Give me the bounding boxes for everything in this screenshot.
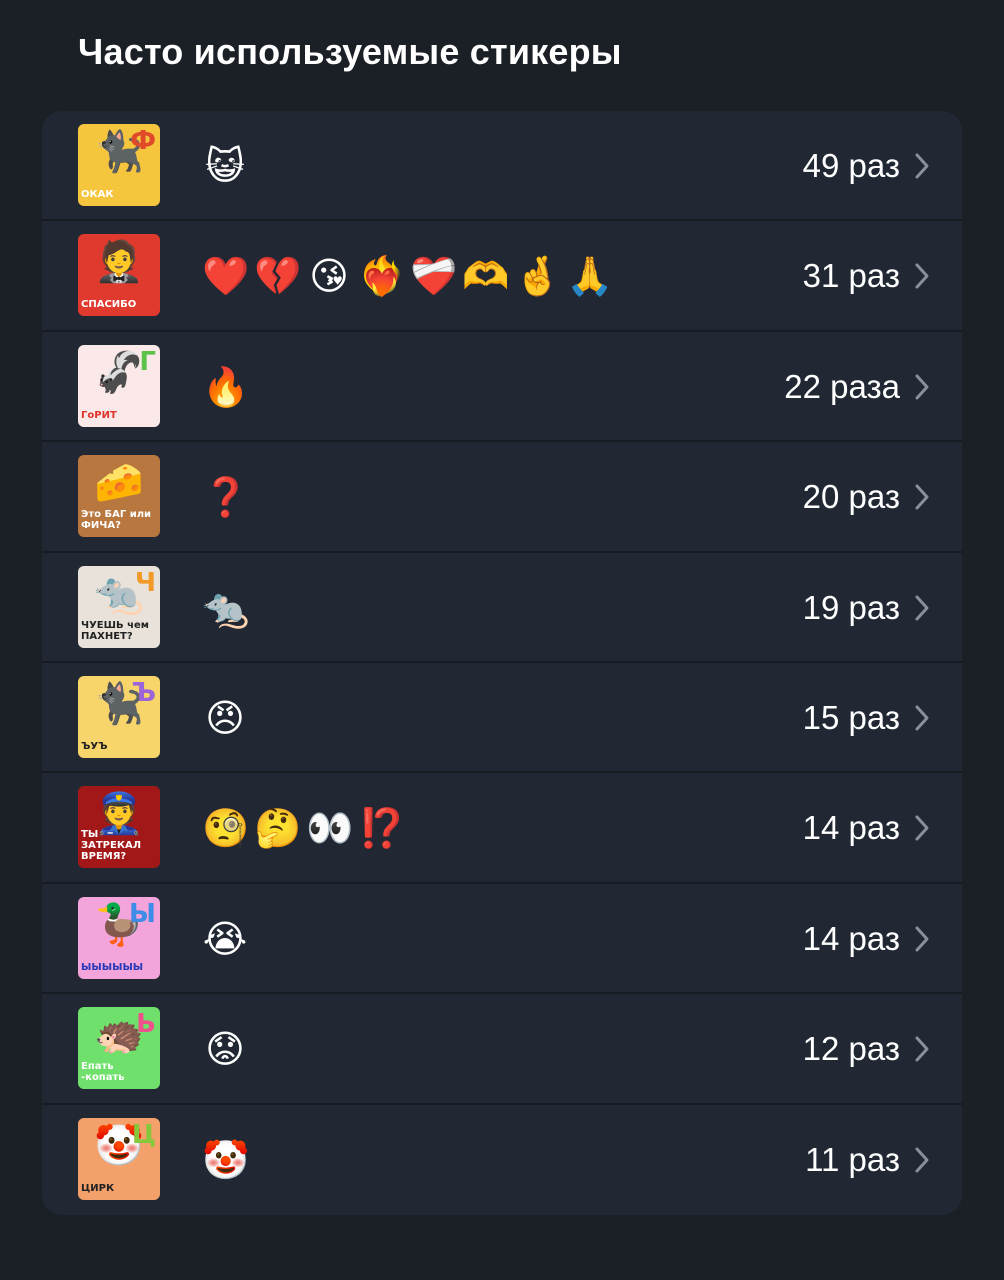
emoji: 😭 <box>202 916 248 961</box>
sticker-thumbnail: 🦆 Ы ЫЫЫЫЫЫ <box>78 896 160 979</box>
emoji-list: 😟 <box>202 1025 248 1073</box>
emoji-list: 🧐 🤔 👀 ⁉️ <box>202 804 406 852</box>
usage-count: 15 раз <box>802 698 900 736</box>
chevron-right-icon <box>915 1036 929 1062</box>
emoji: ❓ <box>202 475 250 520</box>
sticker-thumbnail: 🐈‍⬛ Ъ ЪУЪ <box>78 675 160 758</box>
sticker-row[interactable]: 🦔 Ь Епать -копать 😟 12 раз <box>42 994 962 1105</box>
emoji: 🔥 <box>202 364 250 409</box>
chevron-right-icon <box>915 153 929 179</box>
sticker-thumbnail: 🐀 Ч ЧУЕШЬ чем ПАХНЕТ? <box>78 565 160 648</box>
sticker-row[interactable]: 🐈‍⬛ Ф ОКАК 😺 49 раз <box>42 111 962 222</box>
sticker-thumbnail: 🧀 Это БАГ или ФИЧА? <box>78 455 160 538</box>
emoji: 🤞 <box>514 254 562 299</box>
sticker-row[interactable]: 🐈‍⬛ Ъ ЪУЪ 😠 15 раз <box>42 663 962 774</box>
emoji-list: ❤️ 💔 😘 ❤️‍🔥 ❤️‍🩹 🫶 🤞 🙏 <box>202 252 614 300</box>
chevron-right-icon <box>915 815 929 841</box>
sticker-thumbnail: 🐈‍⬛ Ф ОКАК <box>78 124 160 206</box>
sticker-thumbnail: 🤡 Ц ЦИРК <box>78 1117 160 1200</box>
sticker-row[interactable]: 🧀 Это БАГ или ФИЧА? ❓ 20 раз <box>42 442 962 553</box>
emoji: 😺 <box>205 144 245 188</box>
emoji: 😘 <box>309 254 349 299</box>
chevron-right-icon <box>915 1147 929 1173</box>
sticker-letter: Ы <box>129 898 156 929</box>
sticker-letter: Ь <box>136 1009 156 1040</box>
sticker-caption: ЪУЪ <box>81 740 108 752</box>
emoji: ❤️‍🔥 <box>358 254 406 299</box>
usage-count: 20 раз <box>802 478 900 516</box>
emoji: ❤️‍🩹 <box>410 254 458 299</box>
sticker-letter: Ъ <box>131 677 156 708</box>
usage-count: 14 раз <box>802 809 900 847</box>
usage-count: 12 раз <box>802 1030 900 1068</box>
sticker-caption: ТЫ ЗАТРЕКАЛ ВРЕМЯ? <box>81 829 142 863</box>
sticker-caption: ЫЫЫЫЫЫ <box>81 961 144 973</box>
sticker-caption: ОКАК <box>81 189 114 200</box>
sticker-list: 🐈‍⬛ Ф ОКАК 😺 49 раз 🤵 СПАСИБО ❤️ 💔 😘 ❤️‍🔥 ❤️‍🩹 🫶 🤞 🙏 31… <box>42 111 962 1215</box>
emoji: 🤔 <box>254 806 302 851</box>
chevron-right-icon <box>915 484 929 510</box>
emoji-list: 😺 <box>202 142 248 190</box>
sticker-letter: Ц <box>131 1119 156 1150</box>
sticker-caption: ГоРИТ <box>81 409 117 421</box>
emoji: 🫶 <box>462 254 510 299</box>
sticker-caption: СПАСИБО <box>81 299 137 311</box>
sticker-caption: Это БАГ или ФИЧА? <box>81 509 152 532</box>
chevron-right-icon <box>915 926 929 952</box>
skunk-fire-icon: 🦨 <box>94 349 144 396</box>
emoji-list: 🔥 <box>202 363 250 411</box>
sticker-row[interactable]: 👮 ТЫ ЗАТРЕКАЛ ВРЕМЯ? 🧐 🤔 👀 ⁉️ 14 раз <box>42 773 962 884</box>
police-binoculars-icon: 👮 <box>94 791 144 838</box>
sticker-caption: Епать -копать <box>81 1061 125 1084</box>
page-title: Часто используемые стикеры <box>78 31 622 72</box>
sticker-letter: Ч <box>134 567 156 598</box>
sticker-row[interactable]: 🐀 Ч ЧУЕШЬ чем ПАХНЕТ? 🐀 19 раз <box>42 553 962 663</box>
emoji-list: 😠 <box>202 694 248 742</box>
sticker-thumbnail: 👮 ТЫ ЗАТРЕКАЛ ВРЕМЯ? <box>78 786 160 869</box>
usage-count: 22 раза <box>784 367 900 405</box>
sticker-row[interactable]: 🤵 СПАСИБО ❤️ 💔 😘 ❤️‍🔥 ❤️‍🩹 🫶 🤞 🙏 31 раз <box>42 221 962 332</box>
sticker-row[interactable]: 🦆 Ы ЫЫЫЫЫЫ 😭 14 раз <box>42 884 962 995</box>
chevron-right-icon <box>915 263 929 289</box>
emoji: 🐀 <box>202 585 250 630</box>
emoji: 🙏 <box>566 254 614 299</box>
sticker-letter: Г <box>139 346 156 377</box>
sticker-row[interactable]: 🤡 Ц ЦИРК 🤡 11 раз <box>42 1105 962 1215</box>
emoji: 🤡 <box>202 1137 250 1182</box>
emoji: 💔 <box>254 254 302 299</box>
chevron-right-icon <box>915 705 929 731</box>
emoji-list: 😭 <box>202 915 248 963</box>
emoji: ❤️ <box>202 254 250 299</box>
emoji-list: ❓ <box>202 473 250 521</box>
blue-cheese-icon: 🧀 <box>94 460 144 507</box>
usage-count: 31 раз <box>802 257 900 295</box>
usage-count: 14 раз <box>802 919 900 957</box>
sticker-thumbnail: 🦨 Г ГоРИТ <box>78 344 160 427</box>
usage-count: 11 раз <box>805 1140 900 1178</box>
sticker-thumbnail: 🦔 Ь Епать -копать <box>78 1007 160 1090</box>
sticker-caption: ЧУЕШЬ чем ПАХНЕТ? <box>81 619 149 642</box>
emoji: ⁉️ <box>358 806 406 851</box>
sticker-thumbnail: 🤵 СПАСИБО <box>78 234 160 317</box>
usage-count: 19 раз <box>802 588 900 626</box>
emoji: 🧐 <box>202 806 250 851</box>
emoji: 😠 <box>205 695 245 740</box>
usage-count: 49 раз <box>802 147 900 184</box>
sticker-row[interactable]: 🦨 Г ГоРИТ 🔥 22 раза <box>42 332 962 443</box>
bowing-gentleman-icon: 🤵 <box>94 239 144 286</box>
emoji-list: 🤡 <box>202 1136 250 1184</box>
sticker-caption: ЦИРК <box>81 1182 115 1194</box>
emoji: 😟 <box>205 1027 245 1072</box>
emoji: 👀 <box>306 806 354 851</box>
chevron-right-icon <box>915 595 929 621</box>
emoji-list: 🐀 <box>202 584 250 632</box>
chevron-right-icon <box>915 374 929 400</box>
sticker-letter: Ф <box>130 126 156 156</box>
